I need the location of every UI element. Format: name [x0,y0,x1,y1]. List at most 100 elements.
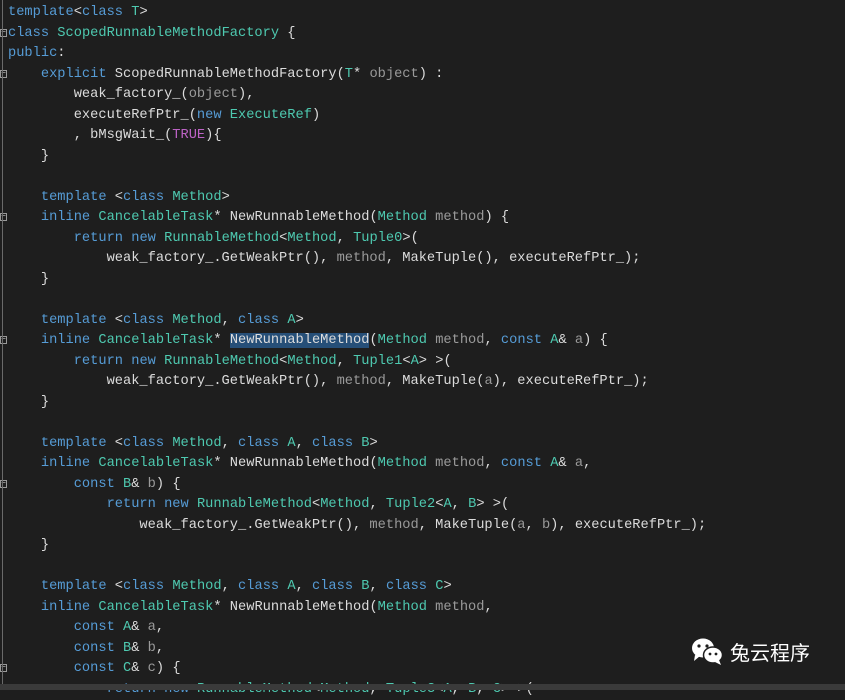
code-token: method [435,333,484,348]
code-token: * [213,333,229,348]
code-line[interactable]: − const B& b) { [0,475,845,496]
code-token: inline [41,456,90,471]
code-token: RunnableMethod [164,231,279,246]
code-line[interactable]: − inline CancelableTask* NewRunnableMeth… [0,331,845,352]
code-token: inline [41,210,90,225]
code-token [8,313,41,328]
code-line[interactable]: template <class Method> [0,188,845,209]
code-line[interactable]: template <class Method, class A, class B… [0,434,845,455]
code-token: T [345,67,353,82]
code-token: a [575,456,583,471]
code-line[interactable] [0,290,845,311]
code-editor[interactable]: template<class T>−class ScopedRunnableMe… [0,3,845,700]
code-token: const [74,661,115,676]
code-token: RunnableMethod [197,497,312,512]
code-token [115,641,123,656]
code-token: b [148,477,156,492]
code-token: return [74,354,123,369]
code-token [123,231,131,246]
code-token: method [435,456,484,471]
code-token: , [484,600,492,615]
horizontal-scrollbar[interactable] [0,684,845,690]
code-line[interactable]: template<class T> [0,3,845,24]
code-token: const [501,456,542,471]
code-token: ), executeRefPtr_); [493,374,649,389]
code-line[interactable]: public: [0,44,845,65]
code-token [156,231,164,246]
code-token: Tuple1 [353,354,402,369]
code-line[interactable]: inline CancelableTask* NewRunnableMethod… [0,454,845,475]
code-token: new [131,354,156,369]
code-token: , [484,333,500,348]
code-token: * [353,67,369,82]
code-token: method [435,600,484,615]
code-line[interactable]: executeRefPtr_(new ExecuteRef) [0,106,845,127]
code-line[interactable] [0,167,845,188]
code-token [8,210,41,225]
code-line[interactable]: return new RunnableMethod<Method, Tuple1… [0,352,845,373]
code-token: Tuple2 [386,497,435,512]
code-line[interactable]: } [0,536,845,557]
code-token: & [131,620,147,635]
code-token: b [542,518,550,533]
code-token: inline [41,600,90,615]
code-token: template [8,5,74,20]
code-token [427,600,435,615]
code-token: , [369,497,385,512]
code-token: } [8,538,49,553]
code-token: , [370,579,386,594]
code-token: weak_factory_.GetWeakPtr(), [8,251,337,266]
code-line[interactable]: , bMsgWait_(TRUE){ [0,126,845,147]
code-line[interactable]: template <class Method, class A> [0,311,845,332]
code-line[interactable] [0,413,845,434]
code-token [8,620,74,635]
code-token [8,661,74,676]
code-line[interactable]: − inline CancelableTask* NewRunnableMeth… [0,208,845,229]
code-token: class [123,313,164,328]
code-token: class [123,579,164,594]
code-token: C [123,661,131,676]
code-line[interactable]: } [0,393,845,414]
code-line[interactable]: return new RunnableMethod<Method, Tuple2… [0,495,845,516]
code-token: class [386,579,427,594]
code-token: inline [41,333,90,348]
code-token: > >( [419,354,452,369]
code-token: weak_factory_( [8,87,189,102]
code-token [8,333,41,348]
code-token [542,333,550,348]
code-token: < [312,497,320,512]
code-line[interactable]: weak_factory_(object), [0,85,845,106]
code-token: ScopedRunnableMethodFactory( [107,67,345,82]
code-token: TRUE [172,128,205,143]
code-token: CancelableTask [98,456,213,471]
code-line[interactable]: −class ScopedRunnableMethodFactory { [0,24,845,45]
code-token: Tuple0 [353,231,402,246]
code-line[interactable] [0,557,845,578]
code-line[interactable]: } [0,270,845,291]
code-token: b [148,641,156,656]
code-token: template [41,313,107,328]
code-token: > [139,5,147,20]
code-token: a [517,518,525,533]
code-token [156,497,164,512]
code-token: * NewRunnableMethod( [213,210,377,225]
code-line[interactable]: weak_factory_.GetWeakPtr(), method, Make… [0,372,845,393]
code-line[interactable]: − explicit ScopedRunnableMethodFactory(T… [0,65,845,86]
code-token [8,477,74,492]
code-line[interactable]: return new RunnableMethod<Method, Tuple0… [0,229,845,250]
code-token: B [361,579,369,594]
code-line[interactable]: weak_factory_.GetWeakPtr(), method, Make… [0,249,845,270]
code-line[interactable]: inline CancelableTask* NewRunnableMethod… [0,598,845,619]
code-line[interactable]: weak_factory_.GetWeakPtr(), method, Make… [0,516,845,537]
code-token: CancelableTask [98,210,213,225]
code-token: return [74,231,123,246]
code-line[interactable]: template <class Method, class A, class B… [0,577,845,598]
code-token: B [361,436,369,451]
code-line[interactable]: } [0,147,845,168]
code-token: Method [378,456,427,471]
code-token: < [74,5,82,20]
selected-text: NewRunnableMethod [230,333,370,348]
code-token [8,231,74,246]
code-token: , [222,313,238,328]
code-token: < [107,579,123,594]
